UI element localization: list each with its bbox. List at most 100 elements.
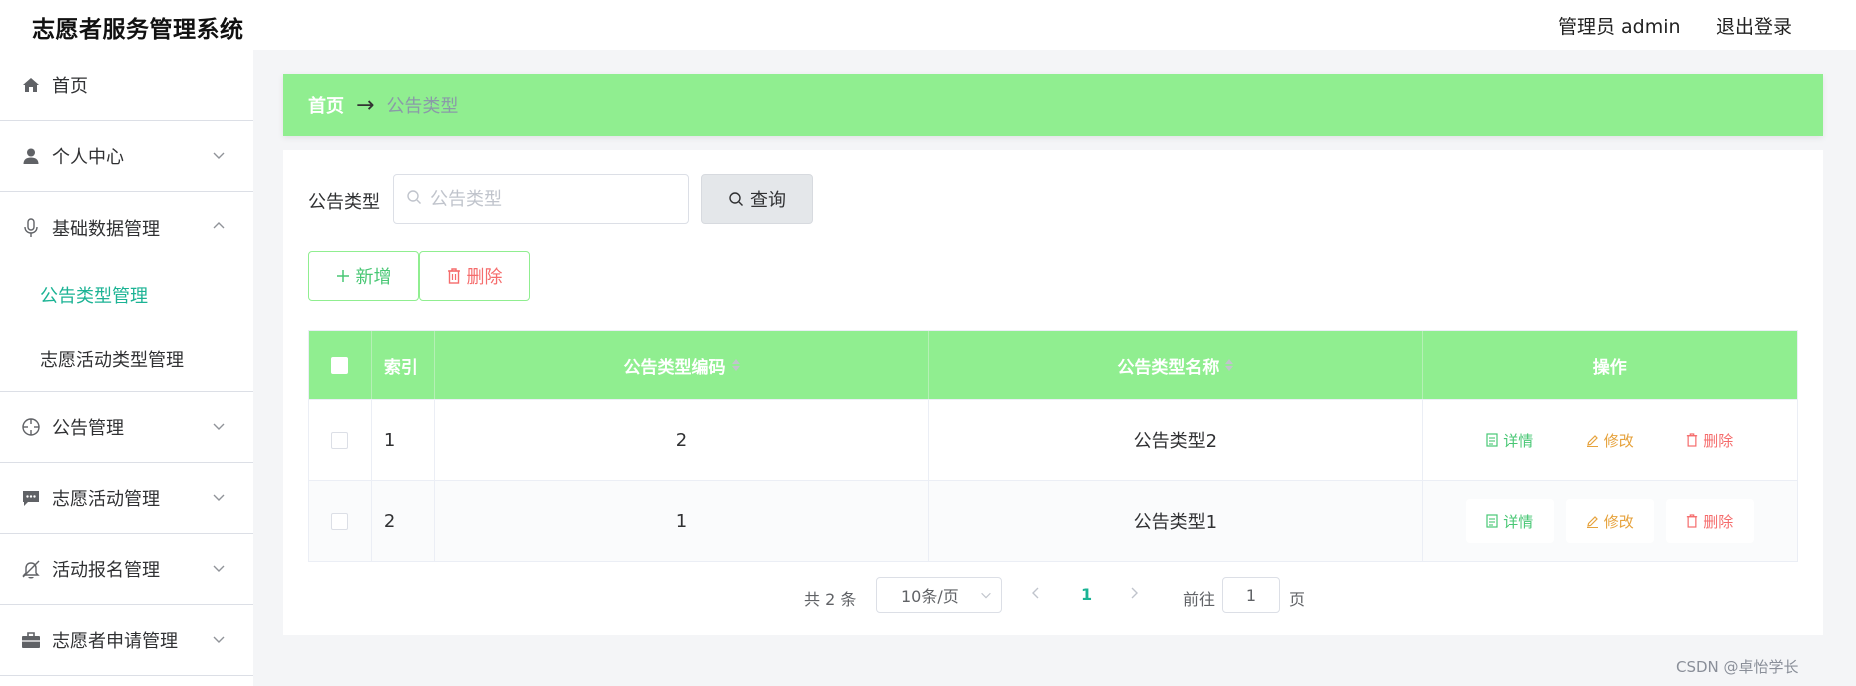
trash-icon <box>1686 433 1698 447</box>
sidebar-item-notice[interactable]: 公告管理 <box>0 392 253 463</box>
search-input-wrapper[interactable] <box>393 174 689 224</box>
row-checkbox-cell <box>309 481 372 561</box>
sidebar-item-label: 志愿活动管理 <box>52 489 160 510</box>
sidebar-item-label: 个人中心 <box>52 147 124 168</box>
briefcase-icon <box>20 629 42 651</box>
sidebar-item-basic-data[interactable]: 基础数据管理 <box>0 192 253 263</box>
total-count: 共 2 条 <box>804 590 857 609</box>
user-info: 管理员 admin <box>1558 16 1681 38</box>
logout-link[interactable]: 退出登录 <box>1716 12 1792 39</box>
sidebar-item-label: 志愿者申请管理 <box>52 631 178 652</box>
edit-label: 修改 <box>1603 431 1634 450</box>
edit-button[interactable]: 修改 <box>1565 499 1654 543</box>
chevron-down-icon <box>213 494 225 501</box>
basic-data-group: 基础数据管理 公告类型管理 志愿活动类型管理 <box>0 192 253 392</box>
search-input[interactable] <box>430 188 670 210</box>
chevron-down-icon <box>213 636 225 643</box>
prev-page-button[interactable] <box>1029 585 1043 605</box>
pagination: 共 2 条 10条/页 1 前往 1 页 <box>283 576 1823 616</box>
row-ops: 详情 修改 删除 <box>1423 481 1797 561</box>
query-button-label: 查询 <box>750 190 786 211</box>
chevron-down-icon <box>213 152 225 159</box>
sort-icon[interactable] <box>731 359 740 371</box>
row-code: 2 <box>435 400 930 480</box>
select-all-checkbox[interactable] <box>331 356 349 374</box>
add-button-label: 新增 <box>355 267 392 288</box>
document-icon <box>1486 433 1498 447</box>
detail-button[interactable]: 详情 <box>1465 499 1554 543</box>
delete-button[interactable]: 删除 <box>1665 499 1754 543</box>
edit-button[interactable]: 修改 <box>1565 418 1654 462</box>
chevron-up-icon <box>213 222 225 229</box>
submenu-item-activity-type[interactable]: 志愿活动类型管理 <box>0 327 253 391</box>
microphone-icon <box>20 217 42 239</box>
row-index: 1 <box>372 400 435 480</box>
breadcrumb: 首页 → 公告类型 <box>283 74 1823 136</box>
goto-unit: 页 <box>1289 590 1306 609</box>
sidebar: 首页 个人中心 基础数据管理 公告类型管理 志愿活动类型管理 公告管理 志愿活动… <box>0 50 253 686</box>
crosshair-icon <box>20 416 42 438</box>
row-index: 2 <box>372 481 435 561</box>
trash-icon <box>447 268 461 284</box>
header-index: 索引 <box>372 331 435 399</box>
goto-page-input[interactable]: 1 <box>1222 577 1280 613</box>
sidebar-item-activity[interactable]: 志愿活动管理 <box>0 463 253 534</box>
query-button[interactable]: 查询 <box>701 174 813 224</box>
header-ops: 操作 <box>1592 357 1627 378</box>
breadcrumb-separator: → <box>356 92 375 118</box>
chevron-down-icon <box>981 592 991 599</box>
page-size-select[interactable]: 10条/页 <box>876 577 1002 613</box>
sidebar-item-label: 首页 <box>52 76 88 97</box>
chevron-down-icon <box>213 423 225 430</box>
submenu-item-notice-type[interactable]: 公告类型管理 <box>0 263 253 327</box>
delete-label: 删除 <box>1703 512 1734 531</box>
sidebar-item-signup[interactable]: 活动报名管理 <box>0 534 253 605</box>
add-button[interactable]: 新增 <box>308 251 419 301</box>
page-size-value: 10条/页 <box>901 587 959 606</box>
table-row: 1 2 公告类型2 详情 修改 删除 <box>309 399 1797 480</box>
sidebar-item-profile[interactable]: 个人中心 <box>0 121 253 192</box>
sort-icon[interactable] <box>1225 359 1234 371</box>
page-number[interactable]: 1 <box>1081 585 1092 604</box>
header-code[interactable]: 公告类型编码 <box>435 331 930 399</box>
data-table: 索引 公告类型编码 公告类型名称 操作 1 2 公告类型2 详情 修改 删除 2… <box>308 330 1798 562</box>
search-icon <box>406 189 422 209</box>
pencil-icon <box>1586 515 1599 528</box>
chevron-right-icon <box>1131 587 1138 599</box>
user-icon <box>20 145 42 167</box>
header-name[interactable]: 公告类型名称 <box>929 331 1423 399</box>
row-checkbox-cell <box>309 400 372 480</box>
batch-delete-button[interactable]: 删除 <box>419 251 530 301</box>
home-icon <box>20 74 42 96</box>
sidebar-item-label: 公告管理 <box>52 418 124 439</box>
detail-button[interactable]: 详情 <box>1465 418 1554 462</box>
detail-label: 详情 <box>1503 512 1534 531</box>
delete-button[interactable]: 删除 <box>1665 418 1754 462</box>
watermark: CSDN @卓怡学长 <box>1676 658 1799 676</box>
top-bar: 志愿者服务管理系统 管理员 admin 退出登录 <box>0 0 1856 50</box>
row-ops: 详情 修改 删除 <box>1423 400 1797 480</box>
chevron-left-icon <box>1032 587 1039 599</box>
edit-label: 修改 <box>1603 512 1634 531</box>
pencil-icon <box>1586 434 1599 447</box>
bell-off-icon <box>20 558 42 580</box>
plus-icon <box>336 269 350 283</box>
main-panel: 公告类型 查询 新增 删除 索引 公告类型编码 <box>283 150 1823 635</box>
table-header: 索引 公告类型编码 公告类型名称 操作 <box>309 331 1797 399</box>
sidebar-item-volunteer-apply[interactable]: 志愿者申请管理 <box>0 605 253 676</box>
trash-icon <box>1686 514 1698 528</box>
document-icon <box>1486 514 1498 528</box>
sidebar-item-home[interactable]: 首页 <box>0 50 253 121</box>
breadcrumb-home[interactable]: 首页 <box>308 92 344 118</box>
delete-label: 删除 <box>1703 431 1734 450</box>
chat-icon <box>20 487 42 509</box>
detail-label: 详情 <box>1503 431 1534 450</box>
next-page-button[interactable] <box>1127 585 1141 605</box>
row-name: 公告类型1 <box>929 481 1423 561</box>
sidebar-item-label: 活动报名管理 <box>52 560 160 581</box>
header-name-label: 公告类型名称 <box>1117 357 1220 378</box>
chevron-down-icon <box>213 565 225 572</box>
breadcrumb-current: 公告类型 <box>386 96 459 117</box>
row-checkbox[interactable] <box>331 512 349 530</box>
row-checkbox[interactable] <box>331 431 349 449</box>
